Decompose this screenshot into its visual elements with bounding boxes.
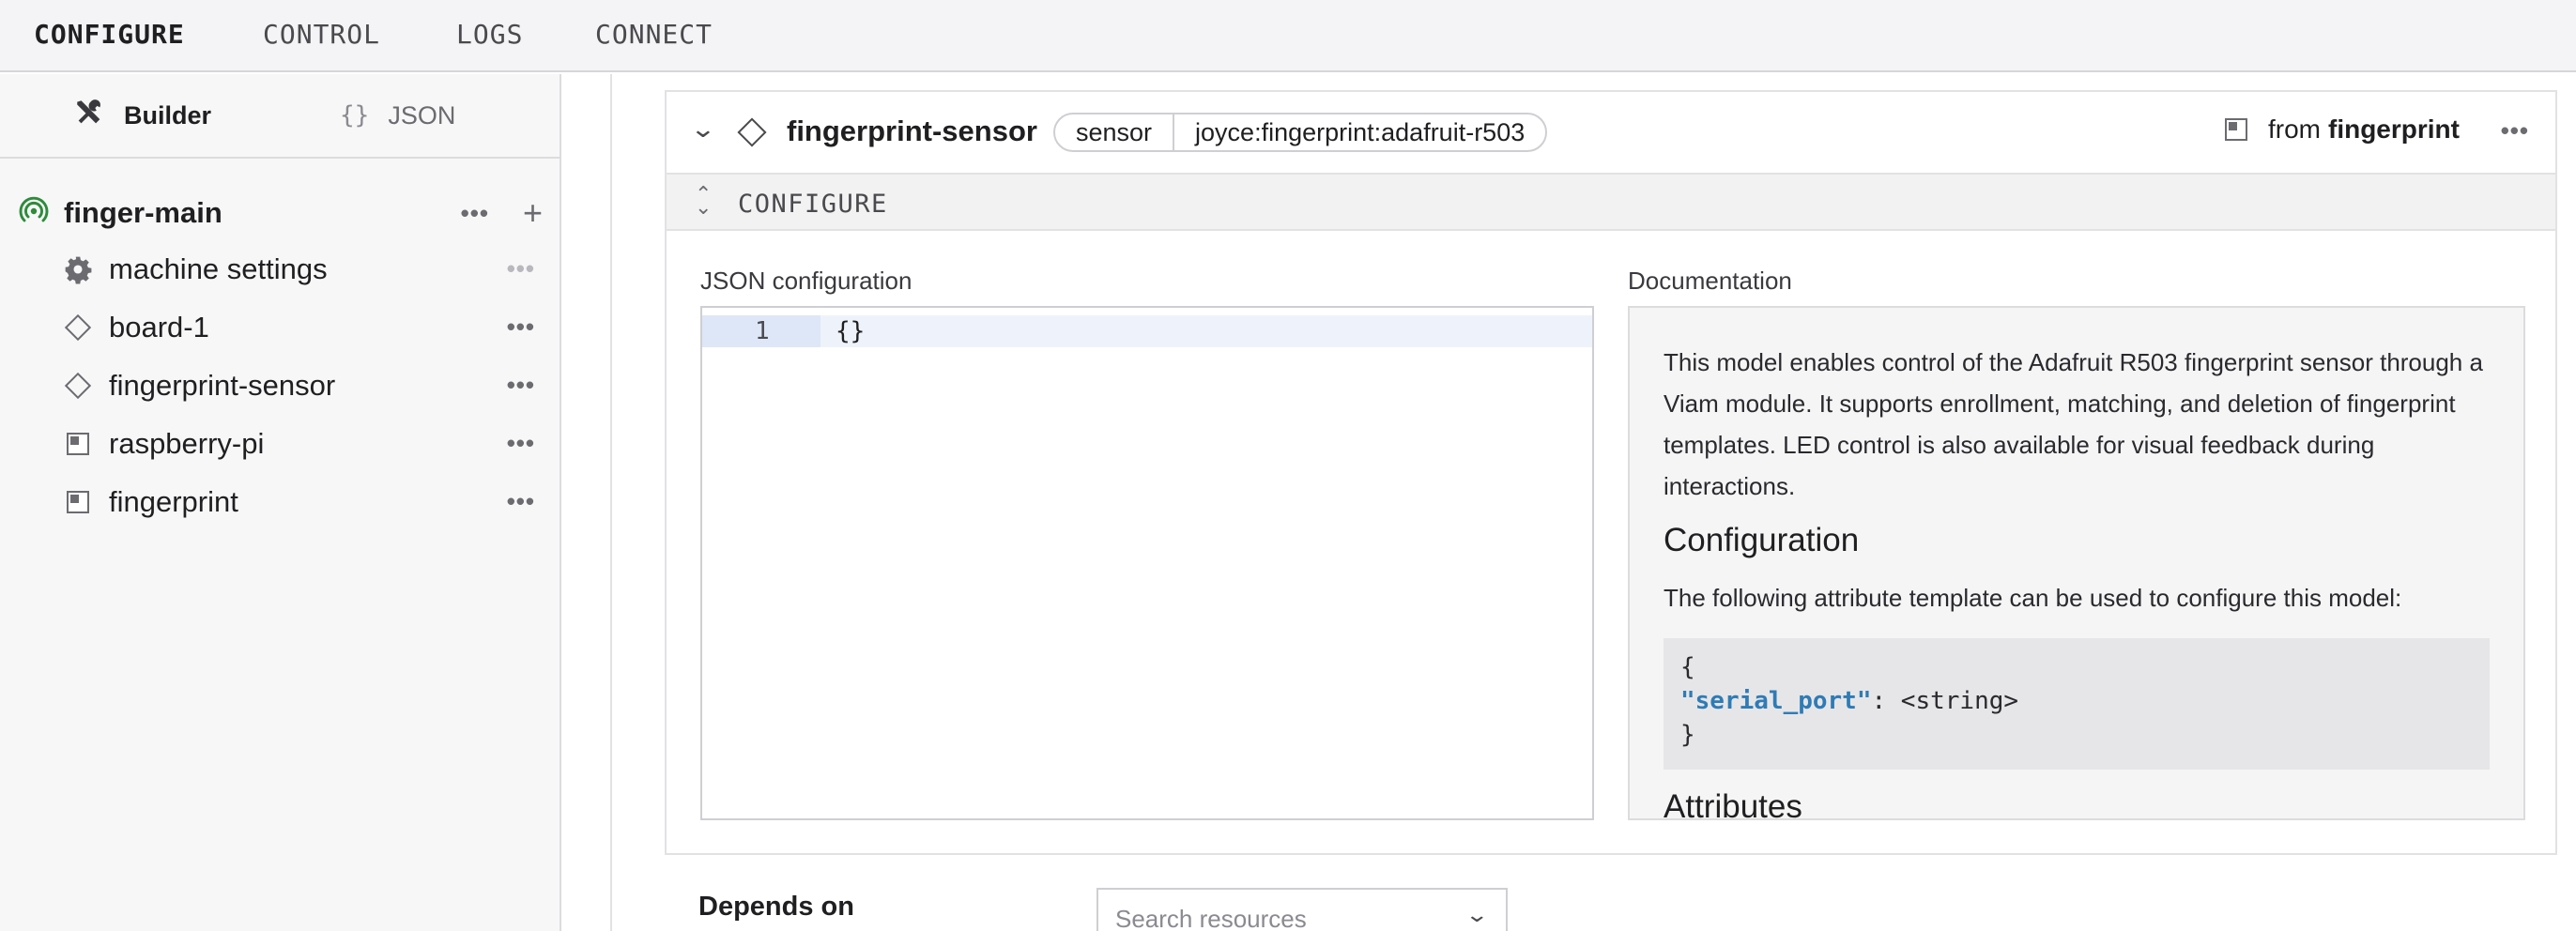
module-icon	[62, 428, 94, 460]
code-key: "serial_port"	[1680, 687, 1872, 715]
sidebar-item-label: machine settings	[109, 252, 328, 285]
module-icon	[2225, 118, 2247, 141]
more-icon[interactable]: •••	[507, 429, 535, 458]
code-attribute-line: "serial_port": <string>	[1680, 687, 2018, 715]
tab-builder[interactable]: Builder	[73, 97, 211, 134]
chevron-down-icon[interactable]: ⌄	[690, 114, 716, 144]
add-icon[interactable]: +	[523, 196, 543, 230]
tab-builder-label: Builder	[124, 100, 212, 130]
module-name[interactable]: fingerprint	[2328, 114, 2460, 145]
line-number: 1	[755, 317, 770, 345]
diamond-icon	[737, 117, 767, 147]
docs-code-block: { "serial_port": <string> }	[1664, 638, 2490, 770]
braces-icon: {}	[340, 101, 370, 130]
more-icon[interactable]: •••	[507, 371, 535, 400]
from-label: from	[2268, 114, 2321, 144]
sidebar-tabs: Builder {} JSON	[0, 74, 560, 159]
sidebar-item-label: raspberry-pi	[109, 427, 265, 460]
json-editor[interactable]: 1 {}	[700, 306, 1594, 820]
sidebar-item-label: fingerprint	[109, 485, 238, 518]
json-code[interactable]: {}	[836, 317, 865, 345]
diamond-icon	[62, 370, 94, 402]
component-header: ⌄ fingerprint-sensor sensor joyce:finger…	[667, 92, 2555, 173]
machine-root[interactable]: finger-main ••• +	[19, 192, 544, 234]
collapse-icon[interactable]: ⌃ ⌄	[695, 184, 712, 218]
module-source: from fingerprint	[2225, 114, 2460, 145]
sidebar-item-fingerprint-sensor[interactable]: fingerprint-sensor •••	[62, 365, 535, 406]
more-icon[interactable]: •••	[507, 487, 535, 516]
sidebar-item-machine-settings[interactable]: machine settings •••	[62, 249, 535, 290]
tab-logs[interactable]: LOGS	[456, 19, 523, 50]
depends-on-label: Depends on	[698, 892, 854, 922]
tab-json-label: JSON	[388, 100, 456, 130]
sidebar-item-board-1[interactable]: board-1 •••	[62, 307, 535, 348]
code-close-brace: }	[1680, 721, 1695, 749]
tab-control[interactable]: CONTROL	[263, 19, 380, 50]
tab-connect[interactable]: CONNECT	[595, 19, 713, 50]
code-type: : <string>	[1871, 687, 2019, 715]
component-card: ⌄ fingerprint-sensor sensor joyce:finger…	[665, 90, 2557, 855]
code-open-brace: {	[1680, 653, 1695, 681]
sidebar-item-label: fingerprint-sensor	[109, 369, 336, 402]
sidebar: Builder {} JSON finger-main ••• + machin…	[0, 74, 561, 931]
online-icon	[19, 196, 49, 231]
component-name: fingerprint-sensor	[787, 114, 1037, 147]
tab-configure[interactable]: CONFIGURE	[34, 19, 185, 50]
main-gutter	[563, 74, 612, 931]
component-type: sensor	[1076, 117, 1153, 146]
docs-template-text: The following attribute template can be …	[1664, 584, 2402, 612]
configure-section-header[interactable]: ⌃ ⌄ CONFIGURE	[667, 173, 2555, 231]
documentation-panel: This model enables control of the Adafru…	[1628, 306, 2525, 820]
chevron-down-icon: ⌄	[1464, 903, 1489, 926]
top-nav: CONFIGURE CONTROL LOGS CONNECT	[0, 0, 2576, 72]
component-model: joyce:fingerprint:adafruit-r503	[1173, 114, 1545, 150]
more-icon[interactable]: •••	[2501, 116, 2529, 145]
tab-json[interactable]: {} JSON	[340, 97, 455, 134]
docs-heading-attributes: Attributes	[1664, 788, 1802, 820]
gear-icon	[62, 253, 94, 285]
diamond-icon	[62, 312, 94, 343]
sidebar-item-raspberry-pi[interactable]: raspberry-pi •••	[62, 423, 535, 465]
documentation-label: Documentation	[1628, 267, 1792, 295]
section-title: CONFIGURE	[738, 190, 888, 219]
more-icon[interactable]: •••	[507, 254, 535, 283]
more-icon[interactable]: •••	[461, 199, 489, 228]
search-placeholder: Search resources	[1115, 905, 1307, 931]
docs-body: This model enables control of the Adafru…	[1664, 348, 2483, 500]
more-icon[interactable]: •••	[507, 313, 535, 342]
json-config-label: JSON configuration	[700, 267, 912, 295]
docs-heading: Configuration	[1664, 522, 1860, 558]
module-icon	[62, 486, 94, 518]
sidebar-item-fingerprint[interactable]: fingerprint •••	[62, 481, 535, 523]
sidebar-item-label: board-1	[109, 311, 209, 343]
component-type-pill: sensor joyce:fingerprint:adafruit-r503	[1053, 113, 1548, 152]
machine-name: finger-main	[64, 196, 222, 229]
wrench-screwdriver-icon	[73, 97, 105, 135]
search-resources-dropdown[interactable]: Search resources ⌄	[1096, 888, 1508, 931]
